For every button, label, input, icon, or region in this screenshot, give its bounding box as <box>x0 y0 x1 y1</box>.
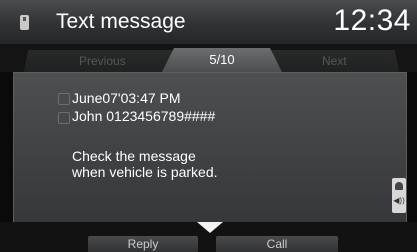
screen-title: Text message <box>56 10 186 33</box>
reply-button[interactable]: Reply <box>88 236 198 252</box>
clock: 12:34 <box>333 4 411 37</box>
title-bar: Text message 12:34 <box>0 0 417 45</box>
next-tab-label: Next <box>322 54 347 68</box>
calendar-icon <box>58 93 70 105</box>
message-body-line-2: when vehicle is parked. <box>72 164 218 180</box>
scroll-down-icon[interactable] <box>197 222 223 233</box>
message-panel: June07'03:47 PM John 0123456789#### Chec… <box>13 72 407 224</box>
next-tab[interactable]: Next <box>269 50 400 72</box>
previous-tab-label: Previous <box>78 54 126 68</box>
contact-icon <box>58 112 70 124</box>
message-body-line-1: Check the message <box>72 148 196 164</box>
message-sender: John 0123456789#### <box>72 108 216 124</box>
read-aloud-button[interactable]: ◀)) <box>392 178 406 213</box>
previous-tab[interactable]: Previous <box>23 50 181 72</box>
message-position-tab: 5/10 <box>162 48 282 72</box>
speaker-icon <box>395 182 403 190</box>
sound-wave-icon: ◀)) <box>393 196 405 205</box>
message-tabs: Previous Next 5/10 <box>0 44 417 72</box>
phone-icon <box>20 15 29 30</box>
message-datetime: June07'03:47 PM <box>72 90 181 106</box>
text-message-screen: Text message 12:34 Previous Next 5/10 Ju… <box>0 0 417 252</box>
call-button[interactable]: Call <box>216 236 338 252</box>
